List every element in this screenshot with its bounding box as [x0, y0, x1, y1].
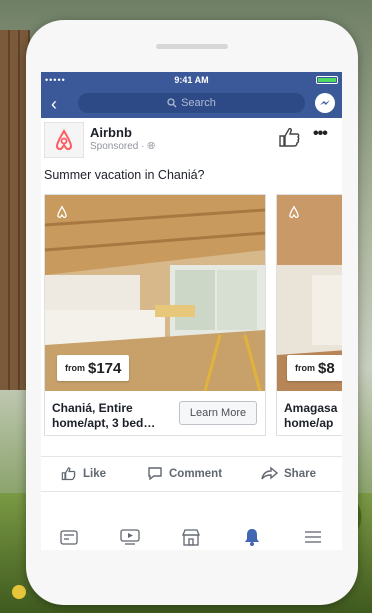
post-caption: Summer vacation in Chaniá?	[44, 168, 205, 182]
tab-bar	[41, 524, 342, 550]
listing-card[interactable]: from $174 Chaniá, Entire home/apt, 3 bed…	[44, 194, 266, 436]
airbnb-logo-icon	[287, 205, 301, 224]
messenger-icon[interactable]	[315, 93, 335, 113]
back-button[interactable]: ‹	[51, 94, 67, 114]
search-icon	[167, 98, 177, 108]
notifications-icon[interactable]	[241, 528, 263, 546]
menu-icon[interactable]	[302, 528, 324, 546]
phone-speaker	[156, 44, 228, 49]
price-from: from	[65, 363, 85, 373]
airbnb-logo-icon[interactable]	[44, 122, 84, 158]
search-placeholder: Search	[181, 97, 216, 109]
sponsored-text: Sponsored ·	[90, 141, 148, 152]
advertiser-name[interactable]: Airbnb	[90, 125, 132, 140]
video-icon[interactable]	[119, 528, 141, 546]
comment-button[interactable]: Comment	[147, 466, 222, 481]
price-from: from	[295, 363, 315, 373]
price-tag: from $174	[57, 355, 130, 381]
like-button[interactable]: Like	[61, 466, 106, 481]
sponsored-label: Sponsored · 🌐︎	[90, 141, 155, 152]
airbnb-logo-icon	[55, 205, 69, 224]
status-bar: ••••• 9:41 AM	[41, 72, 342, 88]
share-button[interactable]: Share	[261, 466, 316, 481]
listing-photo[interactable]: from $174	[45, 195, 265, 391]
price-tag: from $8	[287, 355, 342, 381]
status-time: 9:41 AM	[174, 75, 209, 85]
more-options-icon[interactable]: •••	[313, 125, 328, 143]
comment-label: Comment	[169, 467, 223, 480]
page-like-icon[interactable]	[278, 126, 302, 153]
share-icon	[261, 466, 278, 480]
learn-more-button[interactable]: Learn More	[179, 401, 257, 425]
background-flower	[12, 585, 26, 599]
nav-row: ‹ Search	[41, 90, 342, 118]
phone-screen: ••••• 9:41 AM ‹ Search Airbnb Sponsored …	[41, 72, 342, 550]
listing-title: Amagasa home/ap	[284, 401, 338, 430]
marketplace-icon[interactable]	[180, 528, 202, 546]
listing-title: Chaniá, Entire home/apt, 3 bed…	[52, 401, 156, 430]
post-header: Airbnb Sponsored · 🌐︎ •••	[41, 118, 342, 158]
post-actions: Like Comment Share	[41, 456, 342, 492]
like-label: Like	[83, 467, 107, 480]
feed-icon[interactable]	[58, 528, 80, 546]
search-input[interactable]: Search	[78, 93, 305, 113]
globe-icon: 🌐︎	[147, 141, 156, 152]
comment-icon	[148, 467, 162, 481]
listing-card[interactable]: from $8 Amagasa home/ap	[276, 194, 342, 436]
battery-icon	[316, 76, 338, 84]
price-amount: $8	[318, 359, 335, 377]
price-amount: $174	[88, 359, 122, 377]
thumbs-up-icon	[61, 467, 76, 481]
share-label: Share	[284, 467, 316, 480]
listing-photo[interactable]: from $8	[277, 195, 342, 391]
facebook-header: ••••• 9:41 AM ‹ Search	[41, 72, 342, 118]
